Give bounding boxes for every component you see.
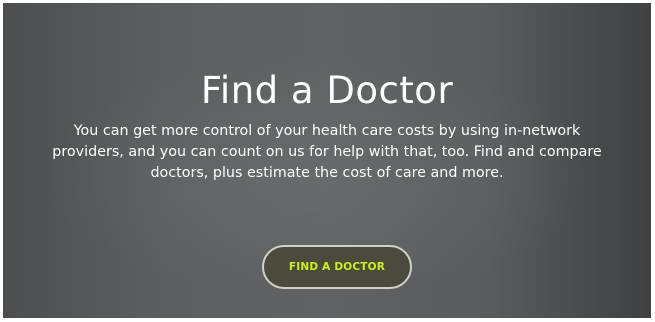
- find-a-doctor-hero: Find a Doctor You can get more control o…: [3, 3, 651, 318]
- screenshot-frame: Find a Doctor You can get more control o…: [0, 0, 655, 322]
- find-a-doctor-button[interactable]: FIND A DOCTOR: [262, 245, 412, 289]
- hero-title: Find a Doctor: [200, 69, 454, 112]
- hero-description: You can get more control of your health …: [52, 123, 602, 181]
